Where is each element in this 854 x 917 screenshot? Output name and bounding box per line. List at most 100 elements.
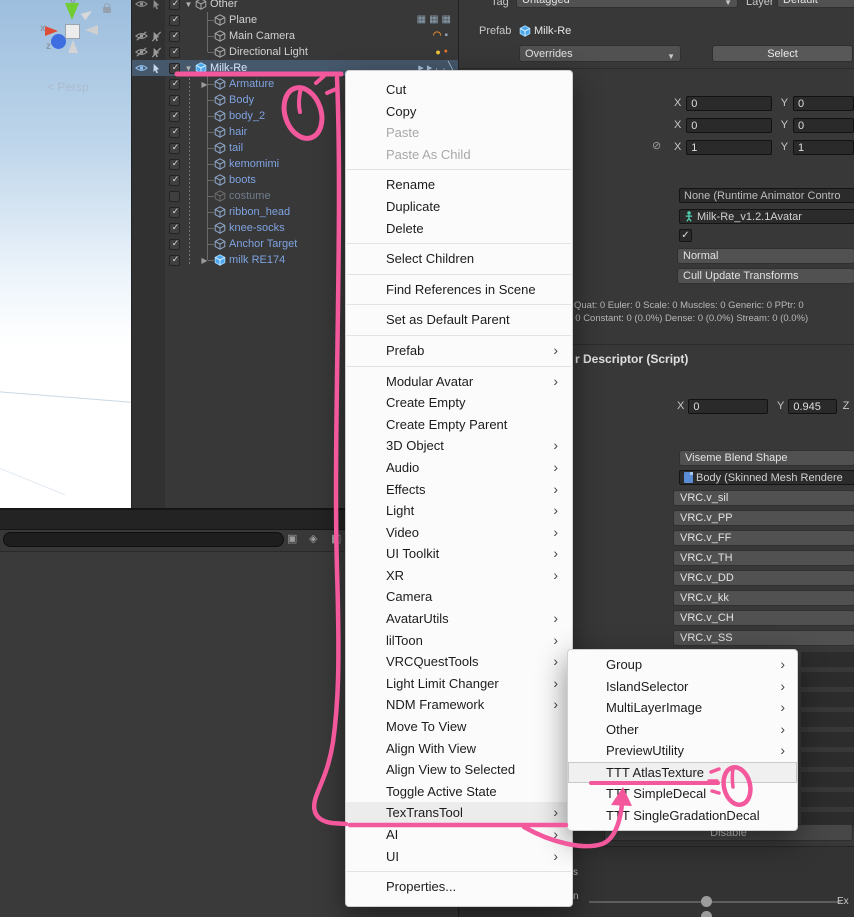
submenu-item[interactable]: PreviewUtility — [568, 740, 797, 762]
submenu-item[interactable]: MultiLayerImage — [568, 697, 797, 719]
update-mode-dropdown[interactable]: Cull Update Transforms — [677, 268, 854, 284]
overrides-dropdown[interactable]: Overrides▼ — [519, 45, 681, 62]
y-value-field[interactable]: 1 — [793, 140, 854, 155]
y-value-field[interactable]: 0 — [793, 118, 854, 133]
menu-item[interactable]: Toggle Active State — [346, 781, 572, 803]
menu-item[interactable]: Audio — [346, 457, 572, 479]
viseme-dropdown[interactable]: VRC.v_CH — [673, 610, 854, 626]
menu-item[interactable] — [347, 304, 571, 305]
tag-filter-icon[interactable]: ◧ — [331, 530, 341, 548]
picking-cursor-icon[interactable] — [149, 62, 164, 74]
menu-item[interactable] — [347, 871, 571, 872]
menu-item[interactable]: VRCQuestTools — [346, 651, 572, 673]
perspective-label[interactable]: < Persp — [47, 80, 89, 94]
submenu-item[interactable]: IslandSelector — [568, 676, 797, 698]
expand-arrow[interactable] — [183, 0, 194, 9]
active-checkbox[interactable] — [169, 255, 180, 266]
viseme-dropdown[interactable]: VRC.v_TH — [673, 550, 854, 566]
active-checkbox[interactable] — [169, 95, 180, 106]
menu-item[interactable]: lilToon — [346, 630, 572, 652]
tag-dropdown[interactable]: Untagged▼ — [516, 0, 738, 8]
menu-item[interactable] — [347, 366, 571, 367]
gizmo-lock-icon[interactable] — [103, 7, 111, 13]
link-broken-icon[interactable]: ⊘ — [652, 139, 661, 152]
view-x-field[interactable]: 0 — [688, 399, 768, 414]
active-checkbox[interactable] — [169, 47, 180, 58]
x-value-field[interactable]: 0 — [686, 96, 772, 111]
menu-item[interactable]: Create Empty — [346, 392, 572, 414]
active-checkbox[interactable] — [169, 79, 180, 90]
menu-item[interactable]: Modular Avatar — [346, 371, 572, 393]
active-checkbox[interactable] — [169, 223, 180, 234]
active-checkbox[interactable] — [169, 207, 180, 218]
menu-item[interactable]: Cut — [346, 79, 572, 101]
x-value-field[interactable]: 1 — [686, 140, 772, 155]
menu-item[interactable]: Duplicate — [346, 196, 572, 218]
viseme-dropdown[interactable]: VRC.v_DD — [673, 570, 854, 586]
menu-item[interactable]: XR — [346, 565, 572, 587]
menu-item[interactable]: Copy — [346, 101, 572, 123]
active-checkbox[interactable] — [169, 191, 180, 202]
gizmo-z-axis-icon[interactable] — [51, 34, 66, 49]
viseme-mode-dropdown[interactable]: Viseme Blend Shape — [679, 450, 854, 466]
gizmo-back-axis-icon[interactable] — [81, 8, 95, 21]
view-y-field[interactable]: 0.945 — [788, 399, 836, 414]
gizmo-down-axis-icon[interactable] — [68, 40, 78, 53]
animator-avatar-field[interactable]: Milk-Re_v1.2.1Avatar — [679, 209, 854, 224]
submenu-item[interactable]: TTT SingleGradationDecal — [568, 805, 797, 827]
viseme-dropdown[interactable]: VRC.v_sil — [673, 490, 854, 506]
y-value-field[interactable]: 0 — [793, 96, 854, 111]
active-checkbox[interactable] — [169, 0, 180, 10]
menu-item[interactable]: Prefab — [346, 340, 572, 362]
menu-item[interactable]: Rename — [346, 174, 572, 196]
menu-item[interactable]: Align With View — [346, 738, 572, 760]
menu-item[interactable]: NDM Framework — [346, 694, 572, 716]
active-checkbox[interactable] — [169, 239, 180, 250]
visibility-eye-icon[interactable] — [134, 30, 149, 42]
select-button[interactable]: Select — [712, 45, 853, 62]
scene-filter-icon[interactable]: ▣ — [287, 530, 297, 548]
menu-item[interactable]: Paste — [346, 122, 572, 144]
gizmo-y-axis-icon[interactable] — [65, 3, 79, 20]
menu-item[interactable]: Create Empty Parent — [346, 414, 572, 436]
menu-item[interactable] — [347, 274, 571, 275]
hierarchy-row[interactable]: Main Camera ◠ ▪ — [132, 28, 459, 44]
submenu-item[interactable]: Other — [568, 719, 797, 741]
menu-item[interactable]: Move To View — [346, 716, 572, 738]
animator-controller-field[interactable]: None (Runtime Animator Contro — [679, 188, 854, 203]
active-checkbox[interactable] — [169, 63, 180, 74]
submenu-item[interactable]: TTT SimpleDecal — [568, 783, 797, 805]
visibility-eye-icon[interactable] — [134, 0, 149, 10]
visibility-eye-icon[interactable] — [134, 62, 149, 74]
menu-item[interactable]: Delete — [346, 218, 572, 240]
face-mesh-field[interactable]: Body (Skinned Mesh Rendere — [679, 470, 854, 485]
hierarchy-row[interactable]: Directional Light ● ● — [132, 44, 459, 60]
active-checkbox[interactable] — [169, 111, 180, 122]
menu-item[interactable] — [347, 335, 571, 336]
menu-item[interactable]: Align View to Selected — [346, 759, 572, 781]
viseme-dropdown[interactable]: VRC.v_PP — [673, 510, 854, 526]
active-checkbox[interactable] — [169, 31, 180, 42]
menu-item[interactable]: UI — [346, 846, 572, 868]
x-value-field[interactable]: 0 — [686, 118, 772, 133]
menu-item[interactable]: AI — [346, 824, 572, 846]
scene-view[interactable]: y x z < Persp — [0, 0, 131, 508]
menu-item[interactable]: Paste As Child — [346, 144, 572, 166]
menu-item[interactable]: AvatarUtils — [346, 608, 572, 630]
menu-item[interactable]: Light — [346, 500, 572, 522]
active-checkbox[interactable] — [169, 175, 180, 186]
apply-root-motion-checkbox[interactable]: ✓ — [679, 229, 692, 242]
layer-dropdown[interactable]: Default — [777, 0, 854, 8]
hierarchy-row[interactable]: Plane ▦ ▦ ▦ — [132, 12, 459, 28]
menu-item[interactable]: Properties... — [346, 876, 572, 898]
menu-item[interactable]: UI Toolkit — [346, 543, 572, 565]
menu-item[interactable]: Light Limit Changer — [346, 673, 572, 695]
slider-handle[interactable] — [701, 896, 712, 907]
menu-item[interactable]: 3D Object — [346, 435, 572, 457]
menu-item[interactable]: Video — [346, 522, 572, 544]
gizmo-right-axis-icon[interactable] — [85, 25, 98, 35]
picking-cursor-icon[interactable] — [149, 0, 164, 10]
hierarchy-row[interactable]: Other — [132, 0, 459, 12]
prefab-filter-icon[interactable]: ◈ — [309, 530, 317, 548]
viseme-dropdown[interactable]: VRC.v_kk — [673, 590, 854, 606]
